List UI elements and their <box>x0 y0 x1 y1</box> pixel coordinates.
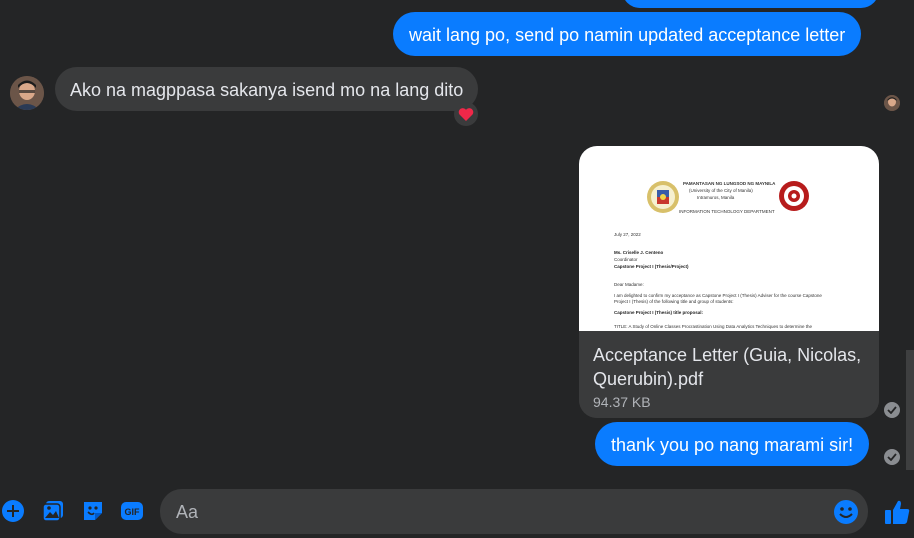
university-seal-icon <box>647 181 679 213</box>
incoming-message-bubble[interactable]: Ako na magppasa sakanya isend mo na lang… <box>55 67 479 111</box>
sticker-icon[interactable] <box>80 498 106 524</box>
heart-reaction-icon[interactable] <box>454 102 478 126</box>
emoji-icon[interactable] <box>833 499 859 525</box>
delivered-check-icon <box>884 449 900 465</box>
svg-text:GIF: GIF <box>125 507 141 517</box>
letterhead-location: Intramuros, Manila <box>697 195 735 200</box>
gif-icon[interactable]: GIF <box>119 498 145 524</box>
seen-avatar <box>884 95 900 111</box>
incoming-message-text: Ako na magppasa sakanya isend mo na lang… <box>70 80 464 100</box>
outgoing-message-bubble[interactable]: thank you po nang marami sir! <box>595 422 870 466</box>
letter-title-line: TITLE: A Study of Online Classes Procras… <box>614 324 813 329</box>
letter-recipient-role: Coordinator <box>614 257 638 262</box>
letter-proposal-heading: Capstone Project I (Thesis) title propos… <box>614 310 704 315</box>
letterhead-university-en: (University of the City of Manila) <box>689 188 753 193</box>
pdf-file-name: Acceptance Letter (Guia, Nicolas, Querub… <box>593 345 862 389</box>
more-actions-plus-icon[interactable] <box>0 498 26 524</box>
outgoing-message-text: wait lang po, send po namin updated acce… <box>409 25 846 45</box>
pdf-preview-thumbnail: PAMANTASAN NG LUNGSOD NG MAYNILA (Univer… <box>579 146 879 331</box>
outgoing-message-text: thank you po nang marami sir! <box>611 435 854 455</box>
letter-body-line-2: Project I (Thesis) of the following titl… <box>614 299 734 304</box>
message-composer[interactable] <box>160 489 868 536</box>
previous-message-bubble <box>622 0 879 8</box>
pdf-attachment-card[interactable]: PAMANTASAN NG LUNGSOD NG MAYNILA (Univer… <box>579 146 879 418</box>
photo-icon[interactable] <box>40 498 66 524</box>
department-seal-icon <box>779 181 809 211</box>
pdf-file-size: 94.37 KB <box>593 394 651 410</box>
delivered-check-icon <box>884 402 900 418</box>
scrollbar[interactable] <box>906 350 914 470</box>
letterhead-department: INFORMATION TECHNOLOGY DEPARTMENT <box>679 209 775 214</box>
outgoing-message-bubble[interactable]: wait lang po, send po namin updated acce… <box>393 12 862 56</box>
letter-salutation: Dear Madame: <box>614 282 644 287</box>
letterhead-university: PAMANTASAN NG LUNGSOD NG MAYNILA <box>683 181 776 186</box>
sender-avatar[interactable] <box>10 76 44 110</box>
thumbs-up-icon[interactable] <box>882 497 912 527</box>
letter-recipient-course: Capstone Project I (Thesis/Project) <box>614 264 689 269</box>
letter-recipient: Ms. Criselle J. Centeno <box>614 250 664 255</box>
letter-date: July 27, 2022 <box>614 232 641 237</box>
message-input[interactable] <box>174 489 818 536</box>
pdf-file-info[interactable]: Acceptance Letter (Guia, Nicolas, Querub… <box>579 331 879 418</box>
